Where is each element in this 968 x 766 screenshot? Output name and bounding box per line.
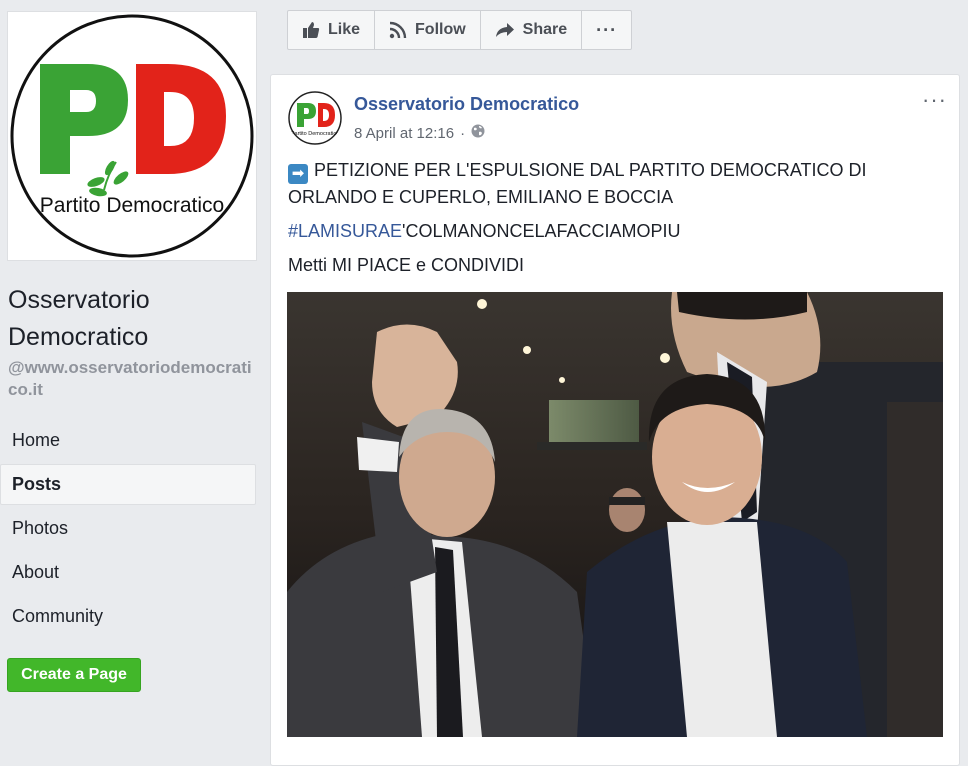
globe-icon[interactable] bbox=[471, 124, 485, 142]
nav-item-about[interactable]: About bbox=[0, 552, 256, 593]
nav-item-community[interactable]: Community bbox=[0, 596, 256, 637]
meta-separator: · bbox=[460, 124, 466, 142]
page-nav: Home Posts Photos About Community bbox=[0, 420, 256, 640]
post-line-3: Metti MI PIACE e CONDIVIDI bbox=[288, 255, 525, 275]
follow-button[interactable]: Follow bbox=[375, 11, 481, 49]
post-author-link[interactable]: Osservatorio Democratico bbox=[354, 94, 579, 115]
nav-item-posts[interactable]: Posts bbox=[0, 464, 256, 505]
more-dots-icon: ··· bbox=[596, 19, 618, 40]
post-photo[interactable] bbox=[287, 292, 943, 737]
nav-item-photos[interactable]: Photos bbox=[0, 508, 256, 549]
post-options-button[interactable]: ··· bbox=[922, 89, 947, 111]
post-timestamp[interactable]: 8 April at 12:16 bbox=[354, 125, 454, 142]
like-button[interactable]: Like bbox=[288, 11, 376, 49]
page-action-bar: Like Follow Share ··· bbox=[287, 10, 633, 50]
nav-item-home[interactable]: Home bbox=[0, 420, 256, 461]
thumbs-up-icon bbox=[302, 21, 320, 39]
page-handle[interactable]: @www.osservatoriodemocratico.it bbox=[8, 357, 258, 401]
share-arrow-icon bbox=[495, 22, 515, 38]
photo-image bbox=[287, 292, 943, 737]
profile-picture[interactable]: Partito Democratico bbox=[7, 11, 257, 261]
rss-icon bbox=[389, 21, 407, 39]
avatar-text: Partito Democratico bbox=[291, 131, 339, 137]
post-text: ➡ PETIZIONE PER L'ESPULSIONE DAL PARTITO … bbox=[288, 157, 938, 286]
hashtag-link[interactable]: #LAMISURAE bbox=[288, 221, 402, 241]
share-button[interactable]: Share bbox=[481, 11, 583, 49]
post-line-1-text: PETIZIONE PER L'ESPULSIONE DAL PARTITO D… bbox=[288, 160, 867, 207]
create-page-button[interactable]: Create a Page bbox=[7, 658, 141, 692]
pd-logo: Partito Democratico bbox=[10, 14, 254, 258]
hashtag-rest: 'COLMANONCELAFACCIAMOPIU bbox=[402, 221, 681, 241]
post-meta: 8 April at 12:16 · bbox=[354, 124, 485, 142]
post-avatar[interactable]: Partito Democratico bbox=[288, 91, 342, 145]
page-name[interactable]: Osservatorio Democratico bbox=[8, 282, 263, 356]
post-card: Partito Democratico Osservatorio Democra… bbox=[270, 74, 960, 766]
follow-label: Follow bbox=[415, 21, 466, 38]
share-label: Share bbox=[522, 21, 568, 38]
post-line-1: ➡ PETIZIONE PER L'ESPULSIONE DAL PARTITO … bbox=[288, 157, 938, 210]
left-column: Partito Democratico Osservatorio Democra… bbox=[0, 0, 270, 747]
post-line-2: #LAMISURAE'COLMANONCELAFACCIAMOPIU bbox=[288, 218, 938, 244]
like-label: Like bbox=[328, 21, 361, 38]
more-options-button[interactable]: ··· bbox=[582, 11, 631, 49]
logo-text: Partito Democratico bbox=[40, 194, 224, 217]
right-arrow-icon: ➡ bbox=[288, 164, 308, 184]
